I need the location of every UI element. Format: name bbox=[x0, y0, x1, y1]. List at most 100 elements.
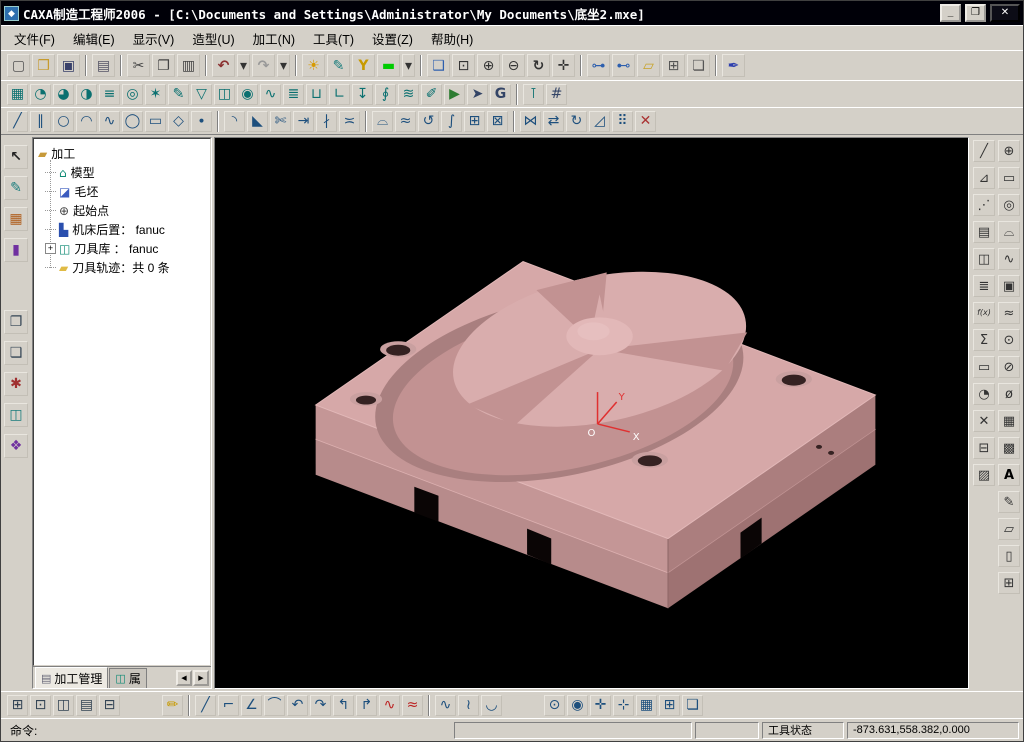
tree-item-toolpaths[interactable]: ▰ 刀具轨迹：共 0 条 bbox=[45, 258, 208, 277]
spline-fit-icon[interactable]: ≀ bbox=[458, 694, 479, 716]
mesh-icon[interactable]: ▦ bbox=[998, 410, 1020, 432]
viewport-3d[interactable]: O X Y bbox=[215, 138, 968, 688]
unlink-views-icon[interactable]: ⊷ bbox=[612, 54, 635, 77]
tree-item-blank[interactable]: ◪ 毛坯 bbox=[45, 182, 208, 201]
tool-db-icon[interactable]: ◫ bbox=[4, 403, 28, 427]
measure-icon[interactable]: ▱ bbox=[637, 54, 660, 77]
arc3-icon[interactable]: ⌒ bbox=[264, 694, 285, 716]
menu-file[interactable]: 文件(F) bbox=[5, 25, 64, 52]
scale-icon[interactable]: ◿ bbox=[589, 110, 610, 132]
surface-loft-icon[interactable]: ≈ bbox=[395, 110, 416, 132]
arc-ccw-icon[interactable]: ↶ bbox=[287, 694, 308, 716]
offset-icon[interactable]: ≍ bbox=[339, 110, 360, 132]
wave2-red-icon[interactable]: ≈ bbox=[402, 694, 423, 716]
arrange-windows-icon[interactable]: ❏ bbox=[687, 54, 710, 77]
menu-help[interactable]: 帮助(H) bbox=[422, 25, 482, 52]
projection-cut-icon[interactable]: ▽ bbox=[191, 83, 212, 105]
delete-query-icon[interactable]: ✕ bbox=[973, 410, 995, 432]
arc-tool-icon[interactable]: ⌓ bbox=[998, 221, 1020, 243]
save-icon[interactable]: ▣ bbox=[57, 54, 80, 77]
material-icon[interactable]: ▮ bbox=[4, 238, 28, 262]
guide-curve-icon[interactable]: ∿ bbox=[260, 83, 281, 105]
finish-radial-icon[interactable]: ✶ bbox=[145, 83, 166, 105]
paste-icon[interactable]: ▥ bbox=[177, 54, 200, 77]
window-close-icon[interactable]: ⊟ bbox=[99, 694, 120, 716]
tab-scroll-right-button[interactable]: ▶ bbox=[193, 670, 209, 686]
rough-region-icon[interactable]: ◕ bbox=[53, 83, 74, 105]
filter-icon[interactable]: Y bbox=[352, 54, 375, 77]
tree-expander[interactable] bbox=[45, 191, 56, 192]
sketch-icon[interactable]: ✎ bbox=[4, 176, 28, 200]
copy-feature-icon[interactable]: ❐ bbox=[4, 310, 28, 334]
circle-icon[interactable]: ○ bbox=[53, 110, 74, 132]
link-views-icon[interactable]: ⊶ bbox=[587, 54, 610, 77]
mirror-icon[interactable]: ⋈ bbox=[520, 110, 541, 132]
zoom-out-icon[interactable]: ⊖ bbox=[502, 54, 525, 77]
ellipse-icon[interactable]: ◯ bbox=[122, 110, 143, 132]
angle2-icon[interactable]: ∠ bbox=[241, 694, 262, 716]
window-zoom-icon[interactable]: ⊡ bbox=[30, 694, 51, 716]
spline-tool-icon[interactable]: ∿ bbox=[998, 248, 1020, 270]
grid-display-icon[interactable]: ▦ bbox=[636, 694, 657, 716]
point-tool-icon[interactable]: ⊕ bbox=[998, 140, 1020, 162]
tree-expander[interactable] bbox=[45, 210, 56, 211]
menu-modeling[interactable]: 造型(U) bbox=[183, 25, 243, 52]
menu-edit[interactable]: 编辑(E) bbox=[64, 25, 124, 52]
arc-low-icon[interactable]: ◡ bbox=[481, 694, 502, 716]
minimize-button[interactable]: _ bbox=[940, 4, 961, 22]
region-surface-icon[interactable]: ◫ bbox=[214, 83, 235, 105]
parallel-line-icon[interactable]: ∥ bbox=[30, 110, 51, 132]
diameter-icon[interactable]: ø bbox=[998, 383, 1020, 405]
window-split-icon[interactable]: ◫ bbox=[53, 694, 74, 716]
spline-icon[interactable]: ∿ bbox=[99, 110, 120, 132]
rough-contour-icon[interactable]: ◑ bbox=[76, 83, 97, 105]
collapse-icon[interactable]: ⊟ bbox=[973, 437, 995, 459]
array-icon[interactable]: ⠿ bbox=[612, 110, 633, 132]
color-swatch[interactable]: ▬ bbox=[377, 54, 400, 77]
fillet-icon[interactable]: ◝ bbox=[224, 110, 245, 132]
fx-curve-icon[interactable]: ≈ bbox=[998, 302, 1020, 324]
sketch-pencil-icon[interactable]: ✏ bbox=[162, 694, 183, 716]
bounding-box-icon[interactable]: ▭ bbox=[973, 356, 995, 378]
shade-fill-icon[interactable]: ▩ bbox=[998, 437, 1020, 459]
menu-settings[interactable]: 设置(Z) bbox=[363, 25, 422, 52]
light-icon[interactable]: ☀ bbox=[302, 54, 325, 77]
surface-revolve-icon[interactable]: ↺ bbox=[418, 110, 439, 132]
circle-center-icon[interactable]: ⊙ bbox=[998, 329, 1020, 351]
close-button[interactable]: ✕ bbox=[990, 4, 1020, 22]
query-points-icon[interactable]: ⋰ bbox=[973, 194, 995, 216]
curve-z-icon[interactable]: ↱ bbox=[356, 694, 377, 716]
viewport-icon[interactable]: ❑ bbox=[427, 54, 450, 77]
trajectory-batch-icon[interactable]: ≋ bbox=[398, 83, 419, 105]
cut-icon[interactable]: ✂ bbox=[127, 54, 150, 77]
restore-button[interactable]: ❐ bbox=[965, 4, 986, 22]
groove-cut-icon[interactable]: ⊔ bbox=[306, 83, 327, 105]
surface-trim-icon[interactable]: ⊠ bbox=[487, 110, 508, 132]
gcode-icon[interactable]: G bbox=[490, 83, 511, 105]
copy-icon[interactable]: ❐ bbox=[152, 54, 175, 77]
process-sheet-icon[interactable]: ✱ bbox=[4, 372, 28, 396]
list-data-icon[interactable]: ▤ bbox=[973, 221, 995, 243]
pan-icon[interactable]: ✛ bbox=[552, 54, 575, 77]
z-level-icon[interactable]: ≣ bbox=[283, 83, 304, 105]
tree-item-model[interactable]: ⌂ 模型 bbox=[45, 163, 208, 182]
menu-display[interactable]: 显示(V) bbox=[124, 25, 184, 52]
tree-item-tool-library[interactable]: + ◫ 刀具库 ： fanuc bbox=[45, 239, 208, 258]
palette-icon[interactable]: ❖ bbox=[4, 434, 28, 458]
thread-cut-icon[interactable]: ∮ bbox=[375, 83, 396, 105]
sketch-pen-icon[interactable]: ✎ bbox=[998, 491, 1020, 513]
arc-cw-icon[interactable]: ↷ bbox=[310, 694, 331, 716]
model-canvas[interactable]: O X Y bbox=[214, 137, 969, 689]
grid2-icon[interactable]: ⊞ bbox=[659, 694, 680, 716]
annotate-icon[interactable]: ✒ bbox=[722, 54, 745, 77]
tree-item-post[interactable]: ▙ 机床后置： fanuc bbox=[45, 220, 208, 239]
solid-box-icon[interactable]: ▣ bbox=[998, 275, 1020, 297]
tree-expander[interactable] bbox=[45, 267, 56, 268]
spline-blue-icon[interactable]: ∿ bbox=[435, 694, 456, 716]
paste-feature-icon[interactable]: ❏ bbox=[4, 341, 28, 365]
layers2-icon[interactable]: ❏ bbox=[682, 694, 703, 716]
translate-icon[interactable]: ⇄ bbox=[543, 110, 564, 132]
tab-scroll-left-button[interactable]: ◀ bbox=[176, 670, 192, 686]
wave-red-icon[interactable]: ∿ bbox=[379, 694, 400, 716]
menu-machining[interactable]: 加工(N) bbox=[244, 25, 304, 52]
